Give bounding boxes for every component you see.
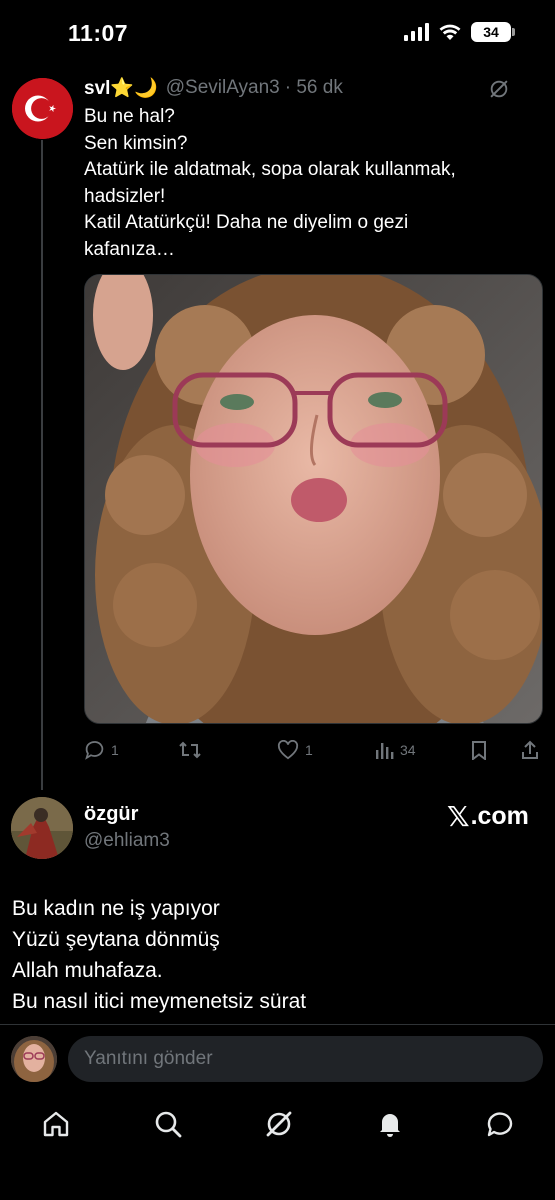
tweet-text-line: Sen kimsin? xyxy=(84,132,188,154)
x-com-watermark: 𝕏 .com xyxy=(447,800,529,833)
x-logo-icon: 𝕏 xyxy=(447,800,470,833)
current-user-avatar xyxy=(11,1036,57,1082)
like-button[interactable]: 1 xyxy=(277,740,313,760)
portrait-image xyxy=(85,275,542,723)
author-handle[interactable]: @ehliam3 xyxy=(84,830,170,852)
thread-connector-line xyxy=(41,140,43,790)
tweet-text-line: Bu nasıl itici meymenetsiz sürat xyxy=(12,990,307,1013)
quoted-tweet-text: Bu ne hal? Sen kimsin? Atatürk ile aldat… xyxy=(84,104,524,263)
nav-grok[interactable] xyxy=(263,1108,295,1140)
battery-indicator: 34 xyxy=(471,22,515,42)
views-icon xyxy=(376,743,394,759)
watermark-text: .com xyxy=(470,802,529,830)
cellular-signal-icon xyxy=(404,23,429,41)
tweet-text-line: Bu kadın ne iş yapıyor xyxy=(12,897,220,920)
share-button[interactable] xyxy=(520,740,540,760)
notifications-icon xyxy=(380,1114,400,1137)
wifi-icon xyxy=(439,24,461,40)
search-icon xyxy=(155,1111,182,1138)
divider xyxy=(0,1024,555,1025)
status-indicators: 34 xyxy=(404,22,515,42)
grok-icon[interactable] xyxy=(488,78,510,100)
status-bar: 11:07 34 xyxy=(0,0,555,62)
messages-icon xyxy=(487,1112,513,1137)
heart-icon xyxy=(277,740,299,760)
avatar-image xyxy=(11,797,73,859)
home-icon xyxy=(43,1111,69,1137)
quoted-author-handle[interactable]: @SevilAyan3 xyxy=(166,77,280,99)
nav-home[interactable] xyxy=(40,1108,72,1140)
tweet-text-line: Katil Atatürkçü! Daha ne diyelim o gezi xyxy=(84,212,409,233)
reply-icon xyxy=(85,741,104,760)
quoted-tweet-time: · 56 dk xyxy=(284,77,343,98)
author-avatar[interactable] xyxy=(11,797,73,859)
avatar-image xyxy=(11,1036,57,1082)
views-count: 34 xyxy=(400,742,416,758)
tweet-text-line: Allah muhafaza. xyxy=(12,959,163,982)
tweet-photo[interactable] xyxy=(84,274,543,724)
tweet-text-line: Bu ne hal? xyxy=(84,106,175,127)
reply-button[interactable]: 1 xyxy=(84,740,119,760)
quoted-tweet-header: svl⭐🌙 @SevilAyan3 · 56 dk xyxy=(84,76,343,100)
turkish-flag-icon xyxy=(12,78,73,139)
status-time: 11:07 xyxy=(68,20,129,46)
repost-button[interactable] xyxy=(178,740,208,760)
tweet-actions: 1 1 34 xyxy=(84,740,544,766)
views-button[interactable]: 34 xyxy=(374,740,416,760)
share-icon xyxy=(522,740,538,759)
author-name[interactable]: özgür xyxy=(84,803,138,826)
nav-notifications[interactable] xyxy=(374,1108,406,1140)
nav-messages[interactable] xyxy=(484,1108,516,1140)
reply-count: 1 xyxy=(111,742,119,758)
main-tweet-text: Bu kadın ne iş yapıyor Yüzü şeytana dönm… xyxy=(12,893,306,1017)
nav-search[interactable] xyxy=(152,1108,184,1140)
reply-input[interactable] xyxy=(68,1036,543,1082)
tweet-text-line: Atatürk ile aldatmak, sopa olarak kullan… xyxy=(84,159,456,180)
bottom-navigation xyxy=(0,1100,555,1150)
tweet-text-line: kafanıza… xyxy=(84,238,175,260)
like-count: 1 xyxy=(305,742,313,758)
quoted-author-name[interactable]: svl⭐🌙 xyxy=(84,76,158,100)
tweet-text-line: hadsizler! xyxy=(84,185,166,207)
quoted-author-avatar[interactable] xyxy=(12,78,73,139)
bookmark-icon xyxy=(472,741,486,760)
tweet-text-line: Yüzü şeytana dönmüş xyxy=(12,928,220,951)
grok-icon xyxy=(266,1111,292,1137)
bookmark-button[interactable] xyxy=(470,740,488,760)
repost-icon xyxy=(179,741,201,759)
